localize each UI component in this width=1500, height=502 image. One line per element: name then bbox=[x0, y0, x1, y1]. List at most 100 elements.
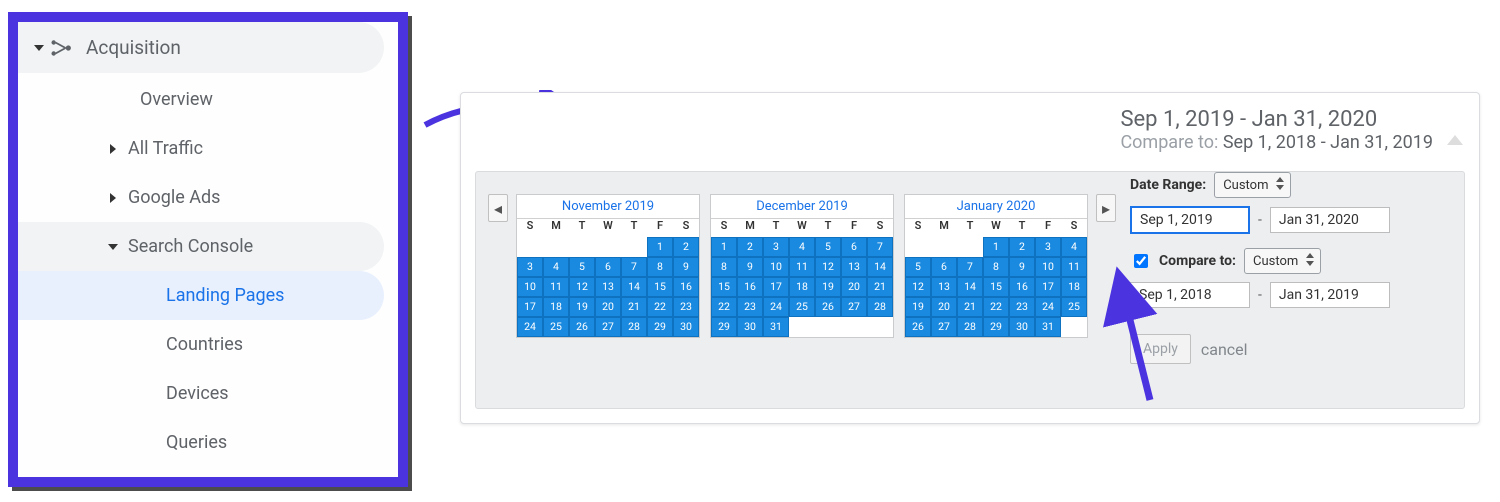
calendar-next-button[interactable]: ▸ bbox=[1096, 194, 1116, 222]
calendar-day-cell[interactable]: 20 bbox=[931, 297, 957, 317]
calendar-day-cell[interactable]: 2 bbox=[1009, 237, 1035, 257]
calendar-day-cell[interactable]: 5 bbox=[815, 237, 841, 257]
calendar-day-cell[interactable]: 31 bbox=[1035, 317, 1061, 337]
calendar-day-cell[interactable]: 20 bbox=[595, 297, 621, 317]
calendar-day-cell[interactable]: 17 bbox=[517, 297, 543, 317]
calendar-day-cell[interactable]: 30 bbox=[1009, 317, 1035, 337]
calendar-day-cell[interactable]: 31 bbox=[763, 317, 789, 337]
calendar-day-cell[interactable]: 13 bbox=[595, 277, 621, 297]
calendar-day-cell[interactable]: 16 bbox=[1009, 277, 1035, 297]
calendar-day-cell[interactable]: 12 bbox=[815, 257, 841, 277]
calendar-day-cell[interactable]: 6 bbox=[595, 257, 621, 277]
collapse-caret-icon[interactable] bbox=[1447, 135, 1463, 145]
calendar-day-cell[interactable]: 24 bbox=[517, 317, 543, 337]
calendar-day-cell[interactable]: 11 bbox=[789, 257, 815, 277]
calendar-day-cell[interactable]: 23 bbox=[673, 297, 699, 317]
calendar-day-cell[interactable]: 10 bbox=[1035, 257, 1061, 277]
sidebar-item-search-console[interactable]: Search Console bbox=[18, 222, 384, 271]
calendar-day-cell[interactable]: 3 bbox=[1035, 237, 1061, 257]
calendar-day-cell[interactable]: 18 bbox=[789, 277, 815, 297]
calendar-day-cell[interactable]: 24 bbox=[1035, 297, 1061, 317]
calendar-day-cell[interactable]: 12 bbox=[905, 277, 931, 297]
calendar-day-cell[interactable]: 1 bbox=[983, 237, 1009, 257]
sidebar-sub-queries[interactable]: Queries bbox=[18, 418, 384, 467]
compare-select[interactable]: Custom bbox=[1244, 248, 1321, 274]
sidebar-item-google-ads[interactable]: Google Ads bbox=[18, 173, 384, 222]
calendar-day-cell[interactable]: 25 bbox=[1061, 297, 1087, 317]
calendar-day-cell[interactable]: 7 bbox=[867, 237, 893, 257]
calendar-day-cell[interactable]: 11 bbox=[1061, 257, 1087, 277]
calendar-day-cell[interactable]: 3 bbox=[763, 237, 789, 257]
date-range-select[interactable]: Custom bbox=[1214, 172, 1291, 198]
calendar-day-cell[interactable]: 19 bbox=[815, 277, 841, 297]
calendar-day-cell[interactable]: 25 bbox=[789, 297, 815, 317]
calendar-day-cell[interactable]: 30 bbox=[737, 317, 763, 337]
calendar-day-cell[interactable]: 13 bbox=[841, 257, 867, 277]
calendar-day-cell[interactable]: 2 bbox=[673, 237, 699, 257]
calendar-day-cell[interactable]: 3 bbox=[517, 257, 543, 277]
calendar-day-cell[interactable]: 20 bbox=[841, 277, 867, 297]
calendar-day-cell[interactable]: 28 bbox=[867, 297, 893, 317]
calendar-day-cell[interactable]: 14 bbox=[621, 277, 647, 297]
calendar-day-cell[interactable]: 6 bbox=[931, 257, 957, 277]
calendar-day-cell[interactable]: 1 bbox=[711, 237, 737, 257]
calendar-day-cell[interactable]: 2 bbox=[737, 237, 763, 257]
calendar-day-cell[interactable]: 10 bbox=[517, 277, 543, 297]
calendar-day-cell[interactable]: 29 bbox=[983, 317, 1009, 337]
calendar-day-cell[interactable]: 9 bbox=[673, 257, 699, 277]
calendar-day-cell[interactable]: 26 bbox=[815, 297, 841, 317]
calendar-day-cell[interactable]: 21 bbox=[867, 277, 893, 297]
calendar-day-cell[interactable]: 8 bbox=[711, 257, 737, 277]
calendar-day-cell[interactable]: 4 bbox=[1061, 237, 1087, 257]
calendar-day-cell[interactable]: 29 bbox=[711, 317, 737, 337]
calendar-day-cell[interactable]: 27 bbox=[595, 317, 621, 337]
calendar-day-cell[interactable]: 26 bbox=[569, 317, 595, 337]
calendar-day-cell[interactable]: 26 bbox=[905, 317, 931, 337]
calendar-day-cell[interactable]: 22 bbox=[711, 297, 737, 317]
calendar-day-cell[interactable]: 28 bbox=[621, 317, 647, 337]
compare-start-date-input[interactable]: Sep 1, 2018 bbox=[1130, 282, 1250, 308]
calendar-day-cell[interactable]: 21 bbox=[621, 297, 647, 317]
calendar-day-cell[interactable]: 10 bbox=[763, 257, 789, 277]
sidebar-sub-landing-pages[interactable]: Landing Pages bbox=[18, 271, 384, 320]
calendar-day-cell[interactable]: 16 bbox=[737, 277, 763, 297]
calendar-day-cell[interactable]: 9 bbox=[1009, 257, 1035, 277]
end-date-input[interactable]: Jan 31, 2020 bbox=[1270, 207, 1390, 233]
compare-end-date-input[interactable]: Jan 31, 2019 bbox=[1270, 282, 1390, 308]
calendar-day-cell[interactable]: 7 bbox=[957, 257, 983, 277]
calendar-day-cell[interactable]: 22 bbox=[983, 297, 1009, 317]
calendar-day-cell[interactable]: 4 bbox=[543, 257, 569, 277]
calendar-day-cell[interactable]: 11 bbox=[543, 277, 569, 297]
calendar-day-cell[interactable]: 27 bbox=[931, 317, 957, 337]
calendar-day-cell[interactable]: 12 bbox=[569, 277, 595, 297]
calendar-day-cell[interactable]: 24 bbox=[763, 297, 789, 317]
calendar-day-cell[interactable]: 7 bbox=[621, 257, 647, 277]
calendar-day-cell[interactable]: 30 bbox=[673, 317, 699, 337]
calendar-day-cell[interactable]: 15 bbox=[647, 277, 673, 297]
calendar-day-cell[interactable]: 8 bbox=[983, 257, 1009, 277]
calendar-day-cell[interactable]: 18 bbox=[1061, 277, 1087, 297]
apply-button[interactable]: Apply bbox=[1130, 334, 1191, 364]
cancel-link[interactable]: cancel bbox=[1201, 340, 1248, 359]
calendar-day-cell[interactable]: 22 bbox=[647, 297, 673, 317]
calendar-day-cell[interactable]: 15 bbox=[983, 277, 1009, 297]
calendar-day-cell[interactable]: 21 bbox=[957, 297, 983, 317]
calendar-day-cell[interactable]: 14 bbox=[957, 277, 983, 297]
calendar-day-cell[interactable]: 6 bbox=[841, 237, 867, 257]
compare-checkbox[interactable] bbox=[1134, 254, 1148, 268]
calendar-day-cell[interactable]: 28 bbox=[957, 317, 983, 337]
sidebar-item-all-traffic[interactable]: All Traffic bbox=[18, 124, 384, 173]
calendar-day-cell[interactable]: 1 bbox=[647, 237, 673, 257]
calendar-day-cell[interactable]: 8 bbox=[647, 257, 673, 277]
start-date-input[interactable]: Sep 1, 2019 bbox=[1130, 206, 1250, 234]
calendar-day-cell[interactable]: 17 bbox=[1035, 277, 1061, 297]
calendar-day-cell[interactable]: 23 bbox=[1009, 297, 1035, 317]
calendar-day-cell[interactable]: 29 bbox=[647, 317, 673, 337]
calendar-day-cell[interactable]: 5 bbox=[905, 257, 931, 277]
calendar-day-cell[interactable]: 17 bbox=[763, 277, 789, 297]
calendar-day-cell[interactable]: 16 bbox=[673, 277, 699, 297]
calendar-day-cell[interactable]: 19 bbox=[905, 297, 931, 317]
calendar-day-cell[interactable]: 27 bbox=[841, 297, 867, 317]
sidebar-sub-countries[interactable]: Countries bbox=[18, 320, 384, 369]
calendar-day-cell[interactable]: 5 bbox=[569, 257, 595, 277]
